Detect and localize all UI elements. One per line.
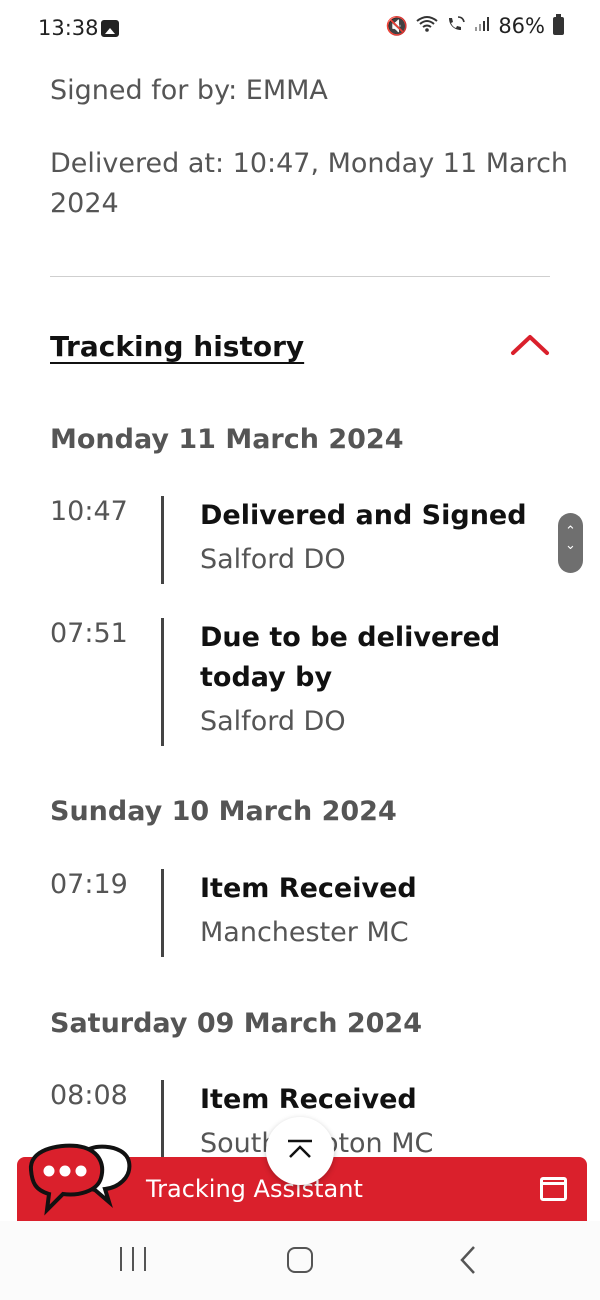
chat-bubbles-icon[interactable] xyxy=(25,1140,137,1220)
date-heading: Monday 11 March 2024 xyxy=(50,424,404,455)
status-time: 13:38 xyxy=(38,16,99,40)
mute-icon: 🔇 xyxy=(385,15,409,37)
event-time: 07:19 xyxy=(50,869,128,900)
back-icon[interactable] xyxy=(458,1245,478,1275)
timeline-bar xyxy=(161,869,164,957)
scroll-to-top-button[interactable] xyxy=(266,1117,334,1185)
gallery-icon xyxy=(101,20,119,37)
expand-window-icon[interactable] xyxy=(540,1177,567,1201)
chevron-up-icon: ⌃ xyxy=(565,524,576,539)
system-nav-bar xyxy=(0,1221,600,1300)
chevron-down-icon: ⌄ xyxy=(565,538,576,553)
wifi-calling-icon xyxy=(446,15,466,38)
chevron-up-icon[interactable] xyxy=(510,330,550,360)
event-title: Item Received xyxy=(200,873,417,904)
event-title: Due to be delivered today by xyxy=(200,622,501,693)
battery-icon xyxy=(553,14,564,35)
tracking-event: 07:51 Due to be delivered today by Salfo… xyxy=(50,618,550,748)
event-location: Salford DO xyxy=(200,544,346,575)
event-title: Delivered and Signed xyxy=(200,500,527,531)
delivered-at-text: Delivered at: 10:47, Monday 11 March xyxy=(50,148,569,179)
event-time: 10:47 xyxy=(50,496,128,527)
signed-for-text: Signed for by: EMMA xyxy=(50,75,328,106)
timeline-bar xyxy=(161,496,164,584)
battery-percent: 86% xyxy=(498,14,545,38)
tracking-event: 07:19 Item Received Manchester MC xyxy=(50,869,550,959)
section-divider xyxy=(50,276,550,277)
event-title: Item Received xyxy=(200,1084,417,1115)
scroll-top-icon xyxy=(288,1139,312,1158)
timeline-bar xyxy=(161,1080,164,1160)
status-icons: 🔇 86% xyxy=(386,14,564,38)
recent-apps-icon[interactable] xyxy=(120,1247,146,1271)
tracking-assistant-label: Tracking Assistant xyxy=(146,1175,363,1203)
event-location: Salford DO xyxy=(200,706,346,737)
delivered-at-text-cont: 2024 xyxy=(50,188,119,219)
tracking-history-toggle[interactable]: Tracking history xyxy=(50,330,304,363)
home-icon[interactable] xyxy=(287,1247,313,1273)
event-time: 08:08 xyxy=(50,1080,128,1111)
wifi-icon xyxy=(416,15,438,38)
timeline-bar xyxy=(161,618,164,746)
event-location: Manchester MC xyxy=(200,917,409,948)
date-heading: Sunday 10 March 2024 xyxy=(50,796,397,827)
date-heading: Saturday 09 March 2024 xyxy=(50,1008,422,1039)
status-bar: 13:38 🔇 86% xyxy=(0,0,600,58)
tracking-event: 10:47 Delivered and Signed Salford DO xyxy=(50,496,550,586)
event-time: 07:51 xyxy=(50,618,128,649)
fast-scroll-handle[interactable]: ⌃ ⌄ xyxy=(558,513,583,573)
signal-icon xyxy=(474,16,490,37)
